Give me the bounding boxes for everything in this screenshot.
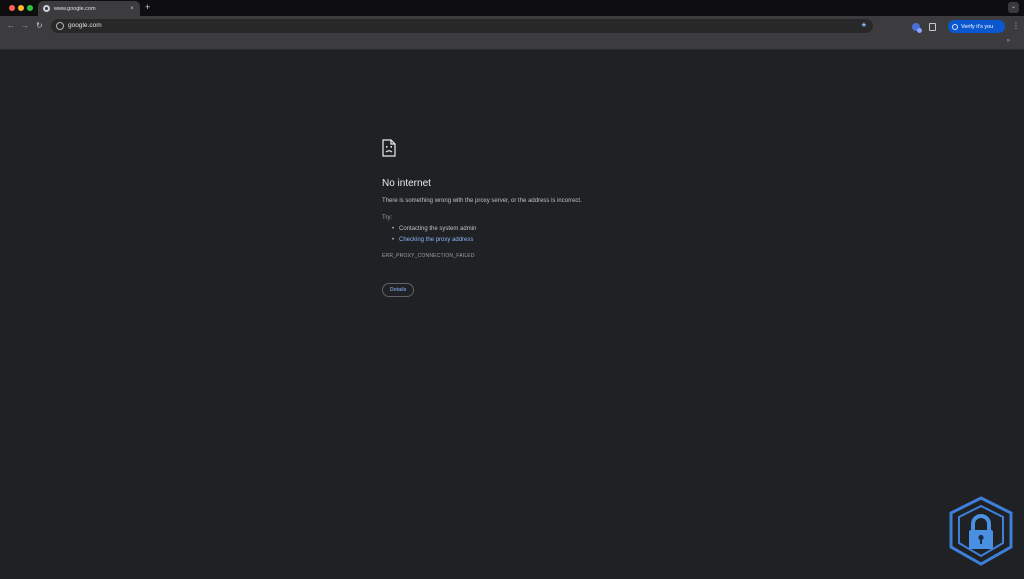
- new-tab-button[interactable]: +: [145, 2, 150, 13]
- site-info-icon[interactable]: [56, 22, 64, 30]
- maximize-window-button[interactable]: [27, 5, 33, 11]
- sad-page-icon: [382, 139, 396, 157]
- back-button[interactable]: ←: [7, 20, 15, 32]
- globe-icon: [43, 5, 50, 12]
- shield-lock-icon: [949, 496, 1013, 566]
- tab-close-icon[interactable]: ×: [129, 6, 135, 12]
- address-bar[interactable]: google.com ★: [51, 19, 873, 33]
- minimize-window-button[interactable]: [18, 5, 24, 11]
- bookmark-star-icon[interactable]: ★: [861, 21, 867, 31]
- verify-profile-button[interactable]: Verify it's you: [948, 20, 1005, 33]
- forward-button[interactable]: →: [21, 20, 29, 32]
- page-content: No internet There is something wrong wit…: [0, 50, 1024, 579]
- url-text[interactable]: google.com: [68, 21, 102, 31]
- error-code: ERR_PROXY_CONNECTION_FAILED: [382, 253, 475, 259]
- suggestion-contact-admin: Contacting the system admin: [392, 224, 476, 235]
- tab-search-button[interactable]: ⌄: [1008, 2, 1019, 13]
- try-label: Try:: [382, 215, 393, 221]
- browser-toolbar: ← → ↻ google.com ★: [0, 16, 1024, 36]
- browser-tab[interactable]: www.google.com ×: [38, 1, 140, 16]
- reload-button[interactable]: ↻: [36, 20, 43, 32]
- verify-label: Verify it's you: [961, 23, 994, 30]
- close-window-button[interactable]: [9, 5, 15, 11]
- error-description: There is something wrong with the proxy …: [382, 198, 582, 204]
- tab-strip: www.google.com × + ⌄: [0, 0, 1024, 16]
- error-title: No internet: [382, 178, 431, 189]
- bookmarks-bar: »: [0, 36, 1024, 50]
- extension-badge: [917, 28, 922, 33]
- browser-menu-icon[interactable]: ⋮: [1012, 21, 1020, 31]
- suggestion-list: Contacting the system admin Checking the…: [392, 224, 476, 246]
- suggestion-check-proxy-link[interactable]: Checking the proxy address: [392, 235, 476, 246]
- tab-title: www.google.com: [54, 5, 96, 12]
- profile-icon: [952, 23, 958, 30]
- side-panel-icon[interactable]: [929, 23, 936, 31]
- bookmarks-overflow-icon[interactable]: »: [1007, 38, 1010, 44]
- details-button[interactable]: Details: [382, 283, 414, 297]
